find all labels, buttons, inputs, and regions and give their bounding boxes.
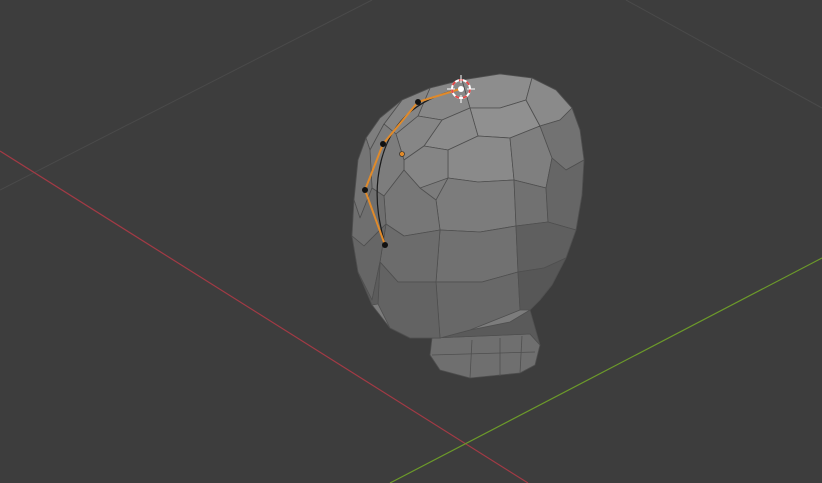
head-mesh-object[interactable]	[351, 73, 585, 379]
mesh-face	[513, 179, 549, 227]
active-curve-point[interactable]	[458, 86, 464, 92]
control-point[interactable]	[382, 242, 388, 248]
3d-viewport[interactable]	[0, 0, 822, 483]
mesh-face	[435, 177, 517, 233]
mesh-face	[515, 221, 577, 273]
control-point[interactable]	[362, 187, 368, 193]
mesh-face	[435, 225, 519, 283]
grid-line	[625, 0, 822, 109]
viewport-canvas[interactable]	[0, 0, 822, 483]
grid-line	[0, 0, 373, 191]
neck-face	[429, 333, 541, 379]
mesh-face	[545, 157, 585, 231]
object-origin-point	[399, 151, 405, 157]
control-point[interactable]	[415, 99, 421, 105]
control-point[interactable]	[380, 141, 386, 147]
